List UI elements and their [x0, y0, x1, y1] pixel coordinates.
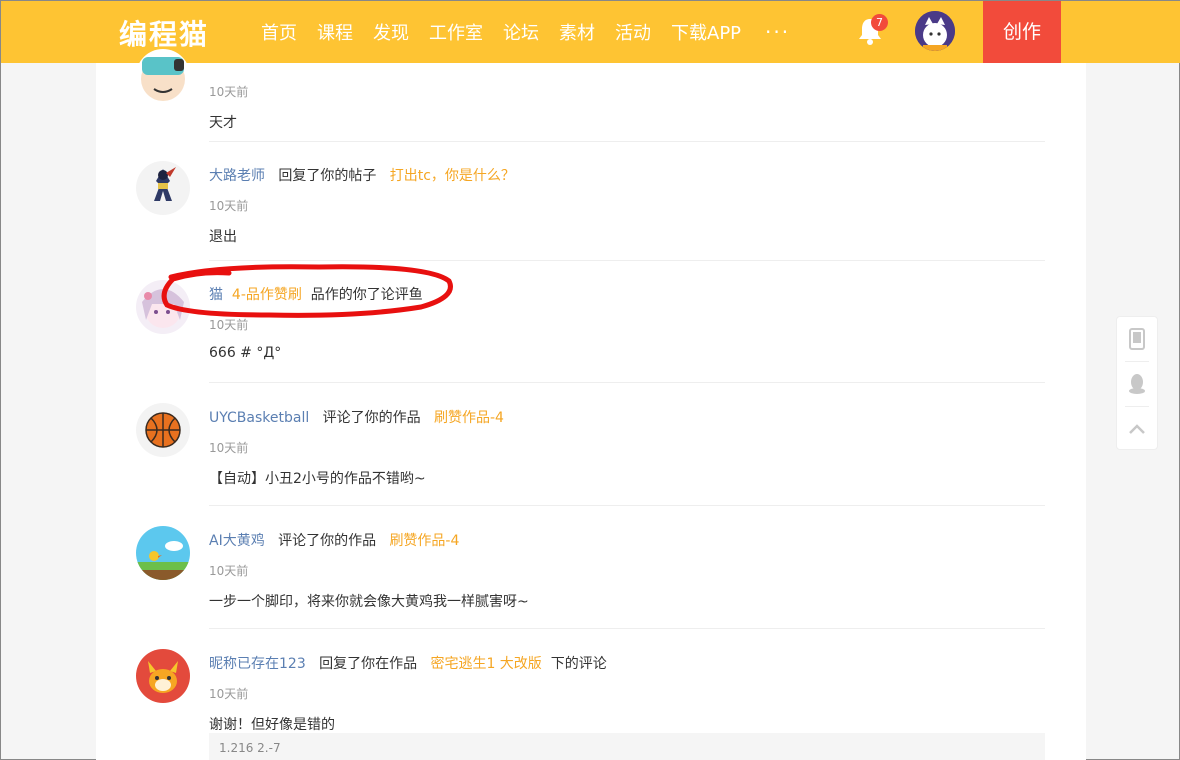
user-link[interactable]: 猫 — [209, 287, 223, 303]
nav-studio[interactable]: 工作室 — [429, 19, 483, 45]
action-text: 回复了你的帖子 — [278, 168, 377, 184]
message-text: 退出 — [209, 229, 237, 245]
nav-materials[interactable]: 素材 — [559, 19, 595, 45]
message-text: 一步一个脚印，将来你就会像大黄鸡我一样腻害呀~ — [209, 594, 529, 610]
timestamp: 10天前 — [209, 85, 249, 99]
message-text: 666 # °Д° — [209, 345, 282, 361]
action-text: 回复了你在作品 — [319, 656, 418, 672]
action-text: 评论了你的作品 — [278, 533, 377, 549]
message-list-panel: 10天前 天才 大路老师 回复了你的帖子 打出tc，你是什么？ 10天前 退出 — [96, 49, 1086, 760]
main-nav: 首页 课程 发现 工作室 论坛 素材 活动 下载APP ··· — [251, 1, 790, 63]
timestamp: 10天前 — [209, 199, 249, 213]
user-avatar[interactable] — [915, 11, 955, 51]
work-link[interactable]: 密宅逃生1 大改版 — [430, 656, 541, 672]
timestamp: 10天前 — [209, 564, 249, 578]
avatar[interactable] — [136, 403, 190, 457]
avatar[interactable] — [136, 649, 190, 703]
back-to-top-icon[interactable] — [1117, 407, 1157, 451]
message-text: 【自动】小丑2小号的作品不错哟~ — [209, 471, 426, 487]
nav-courses[interactable]: 课程 — [317, 19, 353, 45]
divider — [209, 382, 1045, 383]
nav-download-app[interactable]: 下载APP — [671, 19, 741, 45]
nav-events[interactable]: 活动 — [615, 19, 651, 45]
work-link[interactable]: 4-品作赞刷 — [232, 287, 302, 303]
notification-badge: 7 — [871, 14, 888, 31]
divider — [209, 505, 1045, 506]
avatar[interactable] — [136, 161, 190, 215]
user-link[interactable]: AI大黄鸡 — [209, 533, 265, 549]
timestamp: 10天前 — [209, 441, 249, 455]
side-toolbar — [1116, 316, 1158, 450]
more-menu-icon[interactable]: ··· — [765, 20, 790, 44]
tablet-icon[interactable] — [1117, 317, 1157, 361]
user-link[interactable]: UYCBasketball — [209, 410, 309, 426]
timestamp: 10天前 — [209, 318, 249, 332]
divider — [209, 628, 1045, 629]
avatar[interactable] — [136, 526, 190, 580]
create-button[interactable]: 创作 — [983, 1, 1061, 63]
qq-icon[interactable] — [1117, 362, 1157, 406]
nav-forum[interactable]: 论坛 — [503, 19, 539, 45]
work-link[interactable]: 刷赞作品-4 — [434, 410, 504, 426]
action-text: 品作的你了论评鱼 — [310, 287, 423, 303]
nav-discover[interactable]: 发现 — [373, 19, 409, 45]
action-text: 评论了你的作品 — [322, 410, 421, 426]
user-link[interactable]: 大路老师 — [209, 168, 265, 184]
divider — [209, 260, 1045, 261]
avatar[interactable] — [136, 280, 190, 334]
avatar[interactable] — [136, 49, 190, 103]
site-logo[interactable]: 编程猫 — [119, 13, 209, 53]
timestamp: 10天前 — [209, 687, 249, 701]
action-suffix: 下的评论 — [550, 656, 607, 672]
work-link[interactable]: 刷赞作品-4 — [389, 533, 459, 549]
user-link[interactable]: 昵称已存在123 — [209, 656, 306, 672]
divider — [209, 141, 1045, 142]
quoted-comment: 1.216 2.-7 — [209, 733, 1045, 760]
message-text: 谢谢！但好像是错的 — [209, 717, 335, 733]
nav-home[interactable]: 首页 — [261, 19, 297, 45]
message-text: 天才 — [209, 115, 237, 131]
post-link[interactable]: 打出tc，你是什么？ — [390, 168, 515, 184]
